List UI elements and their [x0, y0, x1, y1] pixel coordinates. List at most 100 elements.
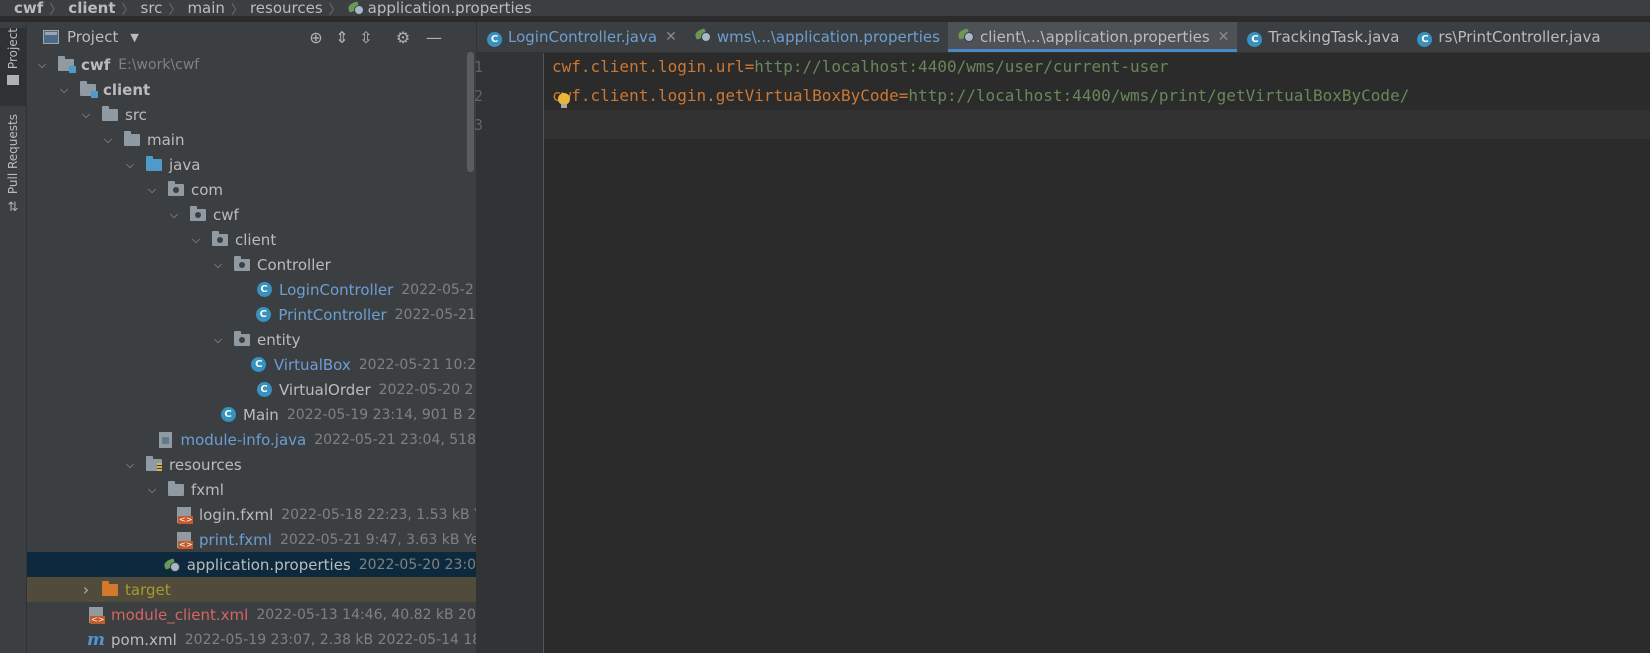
fxml-file-icon: [175, 531, 194, 549]
close-icon[interactable]: ✕: [1218, 29, 1230, 45]
breadcrumb-item[interactable]: main: [187, 0, 228, 16]
dropdown-arrow-icon[interactable]: ▼: [130, 31, 138, 44]
chevron-down-icon[interactable]: ⌵: [57, 83, 71, 97]
folder-icon: [123, 130, 141, 148]
gear-icon[interactable]: ⚙: [394, 29, 412, 47]
tree-node[interactable]: ⌵ entity: [27, 327, 476, 352]
tree-node-label: src: [125, 105, 147, 124]
chevron-down-icon[interactable]: ⌵: [101, 133, 115, 147]
current-line-highlight: [544, 110, 1650, 139]
editor-tab[interactable]: C LoginController.java ✕: [477, 22, 685, 52]
tree-node[interactable]: ⌵ src: [27, 102, 476, 127]
close-icon[interactable]: ✕: [665, 29, 677, 45]
tree-node-meta: 2022-05-2: [401, 281, 474, 298]
project-tool-button[interactable]: Project: [0, 28, 26, 106]
breadcrumb-item[interactable]: src: [141, 0, 167, 16]
tree-node[interactable]: C VirtualOrder 2022-05-20 2: [27, 377, 476, 402]
class-icon: C: [255, 382, 273, 398]
editor-tab-label: client\...\application.properties: [979, 28, 1210, 46]
tree-node[interactable]: ⌵ client: [27, 77, 476, 102]
source-folder-icon: [145, 155, 163, 173]
chevron-down-icon[interactable]: ⌵: [145, 183, 159, 197]
tree-node[interactable]: login.fxml 2022-05-18 22:23, 1.53 kB Y: [27, 502, 476, 527]
tree-node[interactable]: print.fxml 2022-05-21 9:47, 3.63 kB Ye: [27, 527, 476, 552]
chevron-down-icon[interactable]: ⌵: [35, 58, 49, 72]
chevron-down-icon[interactable]: ⌵: [167, 208, 181, 222]
property-separator: =: [898, 86, 909, 105]
code-line[interactable]: cwf.client.login.getVirtualBoxByCode=htt…: [544, 82, 1409, 110]
lightbulb-icon[interactable]: [558, 93, 570, 108]
chevron-down-icon[interactable]: ⌵: [189, 233, 203, 247]
pull-requests-tool-button[interactable]: Pull Requests ⇅: [0, 114, 26, 224]
chevron-right-icon[interactable]: ›: [79, 580, 93, 599]
tree-node-label: VirtualOrder: [279, 380, 371, 399]
breadcrumb-item[interactable]: cwf: [0, 0, 47, 16]
tree-node-label: application.properties: [186, 555, 351, 574]
tree-node[interactable]: module-info.java 2022-05-21 23:04, 518: [27, 427, 476, 452]
tree-node[interactable]: application.properties 2022-05-20 23:0: [27, 552, 476, 577]
chevron-down-icon[interactable]: ⌵: [123, 158, 137, 172]
code-editor[interactable]: 123 cwf.client.login.url=http://localhos…: [474, 53, 1650, 653]
tool-window-stripe: Project Pull Requests ⇅: [0, 22, 27, 653]
breadcrumb-item[interactable]: application.properties: [368, 0, 536, 16]
locate-file-icon[interactable]: ⊕: [307, 29, 325, 47]
expand-all-icon[interactable]: ⇕: [333, 29, 351, 47]
properties-file-icon: [695, 28, 711, 46]
editor-tab[interactable]: Crs\PrintController.java: [1407, 22, 1608, 52]
editor-tab-bar: C LoginController.java ✕ wms\...\applicatio…: [477, 22, 1650, 53]
tree-node-meta: 2022-05-19 23:14, 901 B 2: [286, 406, 477, 423]
tree-node[interactable]: ⌵ Controller: [27, 252, 476, 277]
tree-node[interactable]: C Main 2022-05-19 23:14, 901 B 2: [27, 402, 476, 427]
tree-node[interactable]: m pom.xml 2022-05-19 23:07, 2.38 kB 2022-0…: [27, 627, 476, 652]
tree-node-label: login.fxml: [199, 505, 274, 524]
editor-tab[interactable]: C TrackingTask.java: [1237, 22, 1407, 52]
tree-node[interactable]: ⌵ main: [27, 127, 476, 152]
code-line[interactable]: cwf.client.login.url=http://localhost:44…: [544, 53, 1169, 81]
tree-node-meta: E:\work\cwf: [118, 56, 200, 73]
tree-node[interactable]: › target: [27, 577, 476, 602]
tree-node[interactable]: ⌵ client: [27, 227, 476, 252]
chevron-down-icon[interactable]: ⌵: [123, 458, 137, 472]
line-number: 1: [473, 58, 483, 76]
chevron-down-icon[interactable]: ⌵: [79, 108, 93, 122]
tree-node[interactable]: ⌵ resources: [27, 452, 476, 477]
editor-tab-label: TrackingTask.java: [1268, 28, 1400, 46]
collapse-all-icon[interactable]: ⇳: [357, 29, 375, 47]
tree-node-meta: 2022-05-19 23:07, 2.38 kB 2022-05-14 18:…: [184, 631, 477, 648]
editor-tab[interactable]: wms\...\application.properties: [685, 22, 948, 52]
pull-requests-tool-label: Pull Requests: [6, 114, 20, 195]
chevron-right-icon: 〉: [49, 2, 63, 17]
tree-node-label: com: [191, 180, 224, 199]
chevron-down-icon[interactable]: ⌵: [211, 333, 225, 347]
tree-node[interactable]: C VirtualBox 2022-05-21 10:2: [27, 352, 476, 377]
tree-node[interactable]: ⌵ com: [27, 177, 476, 202]
project-view-selector[interactable]: Project: [67, 28, 118, 46]
package-icon: [211, 230, 229, 248]
tree-node-meta: 2022-05-21: [394, 306, 476, 323]
breadcrumb-item[interactable]: client: [68, 0, 119, 16]
tree-node-label: main: [147, 130, 185, 149]
tree-node[interactable]: ⌵ java: [27, 152, 476, 177]
breadcrumb-item[interactable]: resources: [250, 0, 327, 16]
tree-node[interactable]: ⌵ cwf E:\work\cwf: [27, 52, 476, 77]
class-icon: C: [487, 28, 502, 47]
hide-panel-icon[interactable]: —: [425, 29, 443, 47]
tree-node[interactable]: C LoginController 2022-05-2: [27, 277, 476, 302]
tree-node-label: Controller: [257, 255, 331, 274]
breadcrumb: cwf 〉 client 〉 src 〉 main 〉 resources 〉 appli…: [0, 0, 1650, 16]
properties-file-icon: [348, 1, 364, 15]
project-view-icon: [43, 30, 59, 44]
tree-node-meta: 2022-05-18 22:23, 1.53 kB Y: [281, 506, 477, 523]
tree-node[interactable]: C PrintController 2022-05-21: [27, 302, 476, 327]
chevron-down-icon[interactable]: ⌵: [145, 483, 159, 497]
tree-node-label: Main: [243, 405, 279, 424]
code-line[interactable]: [544, 111, 552, 139]
package-icon: [189, 205, 207, 223]
tree-node-meta: 2022-05-20 2: [378, 381, 474, 398]
maven-icon: m: [87, 629, 105, 650]
tree-node[interactable]: ⌵ fxml: [27, 477, 476, 502]
editor-tab[interactable]: client\...\application.properties ✕: [947, 22, 1238, 52]
chevron-down-icon[interactable]: ⌵: [211, 258, 225, 272]
tree-node[interactable]: ⌵ cwf: [27, 202, 476, 227]
tree-node[interactable]: module_client.xml 2022-05-13 14:46, 40.82…: [27, 602, 476, 627]
